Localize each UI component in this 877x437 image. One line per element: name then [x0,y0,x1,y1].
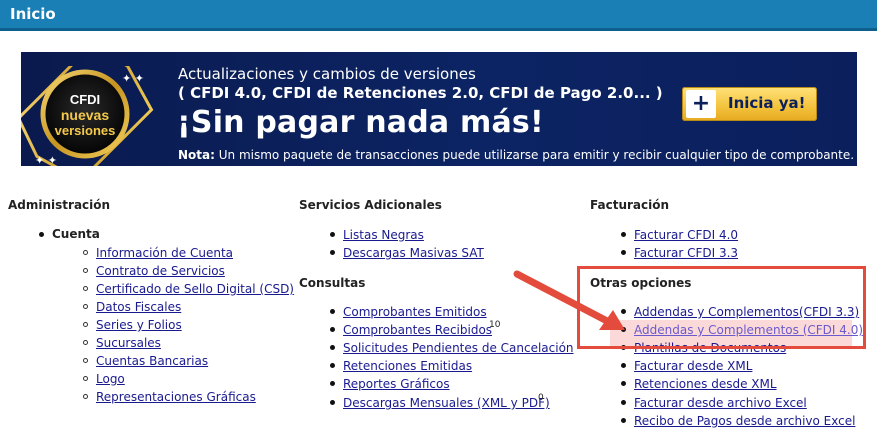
bullet-icon [330,250,335,255]
count-badge: 10 [489,320,501,330]
link-series-folios[interactable]: Series y Folios [96,318,182,332]
svg-text:✦ ✦: ✦ ✦ [122,72,144,85]
link-sucursales[interactable]: Sucursales [96,336,161,350]
bullet-icon [83,286,88,291]
count-badge: 0 [538,393,544,403]
link-reportes-graficos[interactable]: Reportes Gráficos [343,377,450,391]
banner-line-2: ( CFDI 4.0, CFDI de Retenciones 2.0, CFD… [178,84,663,102]
link-retenciones-desde-xml[interactable]: Retenciones desde XML [634,377,777,391]
link-logo[interactable]: Logo [96,372,125,386]
plus-icon: + [686,90,716,118]
bullet-icon [83,322,88,327]
page-header: Inicio [0,0,877,31]
bullet-icon [621,381,626,386]
bullet-icon [83,304,88,309]
link-descargas-masivas-sat[interactable]: Descargas Masivas SAT [343,246,484,260]
link-comprobantes-emitidos[interactable]: Comprobantes Emitidos [343,305,487,319]
banner-headline: ¡Sin pagar nada más! [177,105,544,140]
section-title-facturacion: Facturación [590,198,670,212]
link-descargas-mensuales[interactable]: Descargas Mensuales (XML y PDF) [343,396,550,410]
bullet-icon [330,400,335,405]
link-datos-fiscales[interactable]: Datos Fiscales [96,300,181,314]
group-cuenta: Cuenta [52,227,100,241]
banner-note-text: Un mismo paquete de transacciones puede … [214,148,855,162]
section-title-administracion: Administración [8,198,111,212]
link-facturar-cfdi-40[interactable]: Facturar CFDI 4.0 [634,228,738,242]
link-solicitudes-cancelacion[interactable]: Solicitudes Pendientes de Cancelación [343,341,574,355]
bullet-icon [330,309,335,314]
link-facturar-desde-excel[interactable]: Facturar desde archivo Excel [634,396,807,410]
bullet-icon [621,250,626,255]
banner-line-1: Actualizaciones y cambios de versiones [178,65,476,83]
page-title: Inicio [10,5,56,23]
link-retenciones-emitidas[interactable]: Retenciones Emitidas [343,359,472,373]
svg-text:nuevas: nuevas [61,107,109,123]
start-now-button[interactable]: + Inicia ya! [682,87,817,121]
link-recibo-pagos-excel[interactable]: Recibo de Pagos desde archivo Excel [634,414,855,428]
bullet-icon [39,232,44,237]
link-listas-negras[interactable]: Listas Negras [343,228,424,242]
banner-note-label: Nota: [178,148,215,162]
bullet-icon [621,363,626,368]
svg-text:versiones: versiones [55,123,116,138]
cfdi-badge-icon: CFDI nuevas versiones ✦ ✦ ✦ ✦ [21,66,154,166]
svg-text:✦ ✦: ✦ ✦ [35,154,57,166]
bullet-icon [621,232,626,237]
link-facturar-cfdi-33[interactable]: Facturar CFDI 3.3 [634,246,738,260]
link-representaciones-graficas[interactable]: Representaciones Gráficas [96,390,256,404]
link-informacion-cuenta[interactable]: Información de Cuenta [96,246,233,260]
bullet-icon [83,358,88,363]
link-comprobantes-recibidos[interactable]: Comprobantes Recibidos [343,323,492,337]
link-certificado-csd[interactable]: Certificado de Sello Digital (CSD) [96,282,294,296]
bullet-icon [330,381,335,386]
bullet-icon [83,340,88,345]
section-title-consultas: Consultas [299,276,366,290]
banner-note: Nota: Un mismo paquete de transacciones … [178,148,854,162]
svg-text:CFDI: CFDI [70,92,100,107]
start-now-label: Inicia ya! [728,94,806,112]
link-cuentas-bancarias[interactable]: Cuentas Bancarias [96,354,208,368]
bullet-icon [330,327,335,332]
bullet-icon [621,418,626,423]
bullet-icon [330,345,335,350]
link-facturar-desde-xml[interactable]: Facturar desde XML [634,359,752,373]
bullet-icon [83,268,88,273]
bullet-icon [83,376,88,381]
bullet-icon [83,394,88,399]
promo-banner[interactable]: CFDI nuevas versiones ✦ ✦ ✦ ✦ Actualizac… [21,52,857,166]
bullet-icon [621,400,626,405]
bullet-icon [330,232,335,237]
section-title-servicios: Servicios Adicionales [299,198,442,212]
link-contrato-servicios[interactable]: Contrato de Servicios [96,264,225,278]
bullet-icon [83,250,88,255]
bullet-icon [330,363,335,368]
annotation-arrow-icon [513,270,625,330]
